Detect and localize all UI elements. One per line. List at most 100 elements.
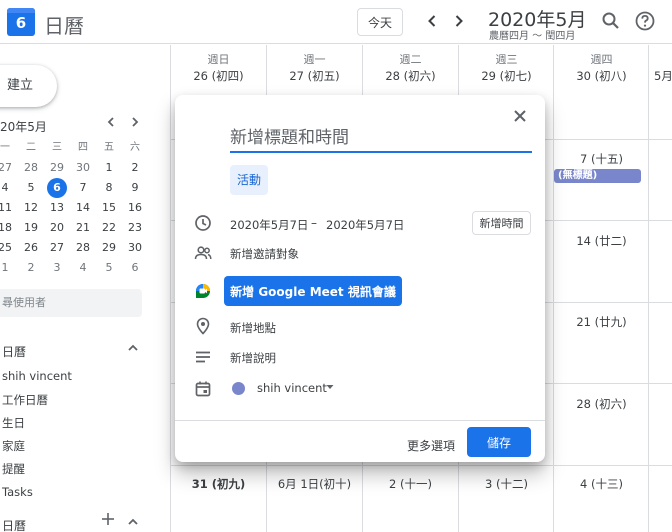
- mini-day[interactable]: 4: [0, 178, 18, 198]
- mini-day[interactable]: 19: [18, 218, 44, 238]
- day-date[interactable]: 5月: [649, 68, 672, 84]
- calendar-item[interactable]: Tasks: [2, 485, 33, 499]
- mini-day[interactable]: 13: [44, 198, 70, 218]
- add-description[interactable]: 新增說明: [230, 350, 276, 366]
- chevron-right-icon[interactable]: [449, 11, 469, 31]
- more-options-button[interactable]: 更多選項: [401, 430, 461, 460]
- mini-day-today[interactable]: 6: [44, 178, 70, 198]
- dropdown-caret-icon[interactable]: [325, 382, 335, 395]
- mini-day[interactable]: 28: [70, 238, 96, 258]
- mini-day[interactable]: 2: [18, 258, 44, 278]
- mini-day[interactable]: 29: [44, 158, 70, 178]
- clock-icon: [194, 214, 212, 232]
- mini-day[interactable]: 11: [0, 198, 18, 218]
- mini-calendar-grid: 一 二 三 四 五 六 27 28 29 30 1 2 4 5 6 7 8 9 …: [0, 138, 144, 278]
- mini-day[interactable]: 27: [44, 238, 70, 258]
- calendar-item[interactable]: shih vincent: [2, 369, 72, 383]
- chevron-up-icon[interactable]: [126, 515, 140, 532]
- mini-day[interactable]: 9: [122, 178, 148, 198]
- mini-day[interactable]: 14: [70, 198, 96, 218]
- save-button[interactable]: 儲存: [467, 427, 531, 457]
- mini-day[interactable]: 23: [122, 218, 148, 238]
- chevron-left-icon[interactable]: [422, 11, 442, 31]
- search-people-input[interactable]: 尋使用者: [0, 289, 142, 317]
- cell-date[interactable]: 14 (廿二): [554, 233, 649, 249]
- cell-date[interactable]: 7 (十五): [554, 151, 649, 167]
- weekday-header: 週一: [303, 53, 326, 66]
- mini-day[interactable]: 15: [96, 198, 122, 218]
- start-date[interactable]: 2020年5月7日: [230, 217, 308, 233]
- mini-day[interactable]: 28: [18, 158, 44, 178]
- top-bar: 6 日曆 今天 2020年5月 農曆四月 ～ 閏四月: [0, 0, 672, 44]
- mini-day[interactable]: 18: [0, 218, 18, 238]
- event-chip[interactable]: (無標題): [554, 169, 641, 183]
- add-time-button[interactable]: 新增時間: [472, 211, 531, 235]
- day-date[interactable]: 29 (初七): [459, 68, 554, 84]
- cell-date[interactable]: 31 (初九): [171, 476, 266, 492]
- mini-day[interactable]: 22: [96, 218, 122, 238]
- mini-day[interactable]: 30: [70, 158, 96, 178]
- mini-prev-icon[interactable]: [103, 115, 119, 133]
- close-icon[interactable]: [511, 107, 529, 125]
- mini-weekday-row: 一 二 三 四 五 六: [0, 138, 144, 158]
- mini-day[interactable]: 5: [18, 178, 44, 198]
- cell-date[interactable]: 2 (十一): [363, 476, 458, 492]
- today-button[interactable]: 今天: [357, 8, 403, 36]
- add-guests[interactable]: 新增邀請對象: [230, 246, 299, 262]
- day-date[interactable]: 27 (初五): [267, 68, 362, 84]
- search-icon[interactable]: [600, 10, 622, 32]
- mini-day[interactable]: 30: [122, 238, 148, 258]
- mini-day[interactable]: 29: [96, 238, 122, 258]
- calendar-item[interactable]: 家庭: [2, 438, 25, 454]
- mini-day[interactable]: 21: [70, 218, 96, 238]
- mini-day[interactable]: 6: [122, 258, 148, 278]
- event-quick-create-dialog: 活動 2020年5月7日 – 2020年5月7日 新增時間 新增邀請對象 新增 …: [175, 95, 545, 462]
- weekday-header: 週二: [399, 53, 422, 66]
- mini-day[interactable]: 7: [70, 178, 96, 198]
- mini-day[interactable]: 1: [96, 158, 122, 178]
- grid-column-line: [553, 45, 554, 532]
- mini-day[interactable]: 4: [70, 258, 96, 278]
- cell-date[interactable]: 6月 1日(初十): [267, 476, 362, 492]
- create-button[interactable]: 建立: [0, 65, 57, 107]
- calendar-item[interactable]: 提醒: [2, 461, 25, 477]
- add-location[interactable]: 新增地點: [230, 320, 276, 336]
- day-date[interactable]: 30 (初八): [554, 68, 649, 84]
- my-calendars-title[interactable]: 日曆: [2, 343, 26, 360]
- mini-day[interactable]: 3: [44, 258, 70, 278]
- mini-day[interactable]: 26: [18, 238, 44, 258]
- add-google-meet-button[interactable]: 新增 Google Meet 視訊會議: [224, 276, 402, 306]
- cell-date[interactable]: 21 (廿九): [554, 314, 649, 330]
- mini-day[interactable]: 25: [0, 238, 18, 258]
- calendar-owner-select[interactable]: shih vincent: [257, 381, 327, 395]
- cell-date[interactable]: 28 (初六): [554, 396, 649, 412]
- chevron-up-icon[interactable]: [126, 341, 140, 359]
- day-date[interactable]: 26 (初四): [171, 68, 266, 84]
- mini-day[interactable]: 16: [122, 198, 148, 218]
- description-icon: [194, 348, 212, 366]
- app-name: 日曆: [44, 14, 84, 38]
- mini-day[interactable]: 1: [0, 258, 18, 278]
- mini-weekday: 一: [0, 142, 10, 153]
- mini-week-row: 27 28 29 30 1 2: [0, 158, 144, 178]
- event-title-input[interactable]: [230, 125, 532, 153]
- day-date[interactable]: 28 (初六): [363, 68, 458, 84]
- calendar-logo-icon[interactable]: 6: [7, 8, 35, 36]
- cell-date[interactable]: 4 (十三): [554, 476, 649, 492]
- help-icon[interactable]: [634, 10, 656, 32]
- cell-date[interactable]: 3 (十二): [459, 476, 554, 492]
- mini-day[interactable]: 20: [44, 218, 70, 238]
- plus-icon[interactable]: [101, 511, 115, 530]
- end-date[interactable]: 2020年5月7日: [326, 217, 404, 233]
- mini-day[interactable]: 5: [96, 258, 122, 278]
- calendar-item[interactable]: 生日: [2, 415, 25, 431]
- other-calendars-title[interactable]: 日曆: [2, 517, 26, 532]
- mini-day[interactable]: 8: [96, 178, 122, 198]
- mini-next-icon[interactable]: [127, 115, 143, 133]
- mini-day[interactable]: 12: [18, 198, 44, 218]
- mini-day[interactable]: 2: [122, 158, 148, 178]
- mini-day[interactable]: 27: [0, 158, 18, 178]
- mini-weekday: 二: [26, 142, 36, 153]
- calendar-item[interactable]: 工作日曆: [2, 392, 48, 408]
- event-type-tab[interactable]: 活動: [230, 165, 268, 195]
